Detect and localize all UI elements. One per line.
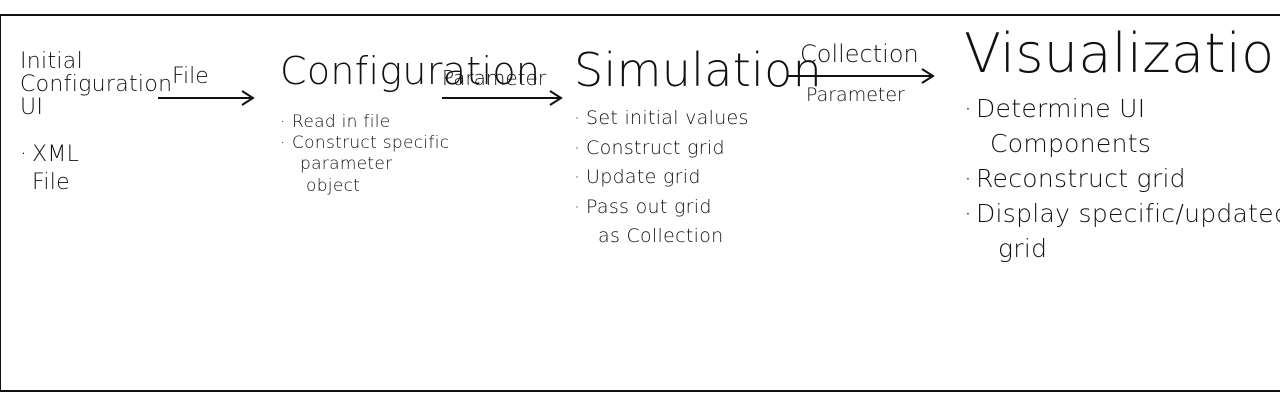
bullet-item: Determine UI [964,91,1280,126]
bullet-item-continuation: grid [998,233,1048,263]
bullet-item: XML [20,141,172,169]
stage-title-line: Initial [20,49,83,74]
stage-simulation: Simulation Set initial values Construct … [574,46,822,251]
stage-title-line: Configuration [20,72,173,98]
bullet-item: Construct specific [280,133,540,155]
stage-title: Simulation [574,43,823,97]
bullet-item: Construct grid [574,134,822,164]
bullet-item-continuation: object [306,175,361,196]
arrow-label-parameter-secondary: Parameter [806,84,905,106]
stage-title-line: Visualization [964,22,1280,85]
arrow-right-icon [788,68,935,84]
bullet-item-continuation: parameter [300,154,393,175]
stage-bullet-list: Determine UI Components Reconstruct grid… [964,91,1280,266]
stage-bullet-list: Read in file Construct specific paramete… [280,112,540,197]
stage-visualization: Visualization Determine UI Components Re… [964,22,1280,266]
left-border-line [0,14,1,392]
stage-initial-configuration-ui: Initial Configuration UI XML File [20,50,172,196]
top-border-line [0,14,1280,16]
bullet-item: Pass out grid [574,193,822,223]
arrow-label-collection: Collection [800,40,919,68]
arrow-label-parameter: Parameter [442,66,547,90]
bullet-item: Display specific/updated [964,196,1280,231]
bullet-item-continuation: Components [990,128,1152,158]
bullet-item: Update grid [574,163,822,193]
arrow-right-icon [158,90,255,106]
bullet-item: Reconstruct grid [964,161,1280,196]
bullet-item: Read in file [280,112,540,134]
stage-title-line: UI [20,95,44,121]
stage-bullet-list: Set initial values Construct grid Update… [574,104,822,251]
stage-title: Initial Configuration UI [20,50,172,119]
bullet-item-continuation: as Collection [598,225,724,248]
bullet-item-continuation: File [32,169,71,195]
arrow-label-file: File [172,64,209,89]
bullet-item: Set initial values [574,104,822,134]
bottom-border-line [0,390,1280,392]
stage-bullet-list: XML File [20,141,172,196]
stage-title: Visualization [964,22,1280,85]
arrow-right-icon [442,90,563,106]
stage-title-line: Simulation [574,43,823,97]
